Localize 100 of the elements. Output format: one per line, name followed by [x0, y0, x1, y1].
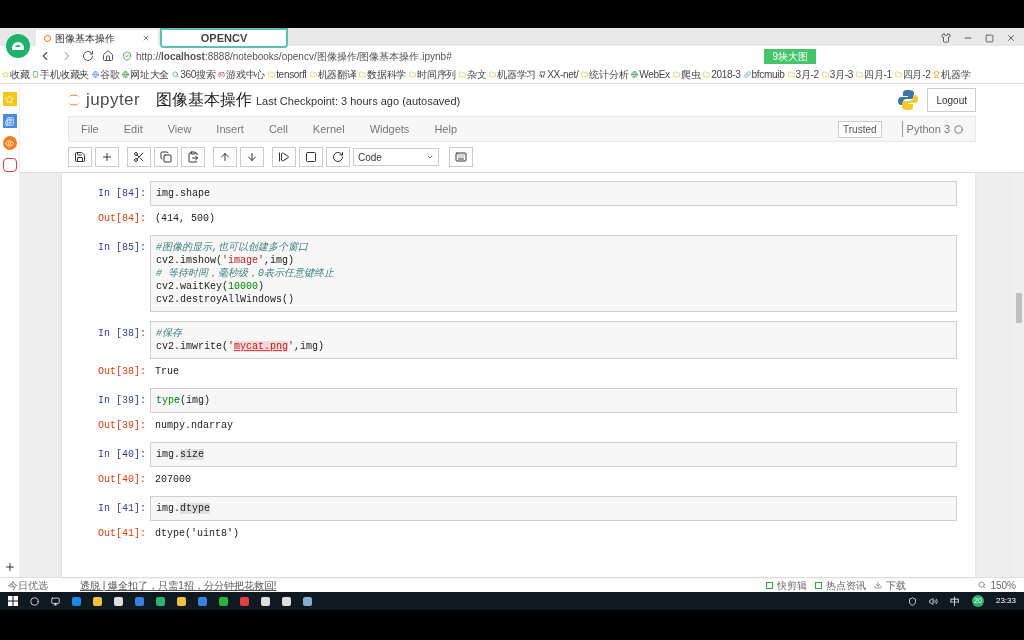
save-icon[interactable]: [68, 147, 92, 167]
bookmark-item[interactable]: bfcmuib: [751, 67, 785, 82]
bookmark-item[interactable]: 时间序列: [417, 67, 456, 82]
menu-item[interactable]: Insert: [216, 120, 244, 138]
bookmark-item[interactable]: 手机收藏夹: [40, 67, 89, 82]
output-prompt: Out[40]:: [97, 473, 147, 487]
close-icon: [142, 34, 150, 42]
menu-item[interactable]: Edit: [123, 120, 143, 138]
bookmark-item[interactable]: 统计分析: [589, 67, 629, 82]
secure-shield-icon: [122, 51, 132, 61]
logout-button[interactable]: Logout: [927, 88, 976, 112]
globe-icon[interactable]: [91, 71, 99, 78]
bookmark-item[interactable]: 数据科学: [367, 67, 407, 82]
gamepad-icon[interactable]: [218, 71, 226, 78]
code-line: cv2.destroyAllWindows(): [156, 293, 296, 306]
kernel-idle-icon: [954, 124, 963, 134]
menu-item[interactable]: File: [81, 120, 99, 138]
output-text: numpy.ndarray: [154, 419, 233, 433]
code-line: cv2.imshow('image',img): [156, 254, 296, 267]
taskbar-app-icon[interactable]: [114, 596, 123, 606]
bookmark-item[interactable]: 机器学: [941, 67, 971, 82]
input-prompt: In [41]:: [97, 502, 147, 516]
bookmark-item[interactable]: 谷歌: [99, 67, 120, 82]
news-link[interactable]: 透脱 | 爆全扣了，只需1招，分分钟把花救回!: [80, 577, 277, 593]
trusted-badge[interactable]: Trusted: [838, 120, 882, 138]
insert-cell-icon[interactable]: [95, 147, 119, 167]
input-prompt: In [38]:: [97, 327, 147, 341]
code-line: type(img): [156, 394, 212, 407]
jupyter-logo[interactable]: jupyter: [66, 87, 140, 113]
code-cell[interactable]: img.shape: [150, 181, 957, 206]
bookmark-item[interactable]: 杂文: [467, 67, 487, 82]
link-icon[interactable]: [743, 71, 751, 78]
bookmark-item[interactable]: 四月-2: [902, 67, 931, 82]
taskbar-app-icon[interactable]: [282, 596, 291, 606]
stop-icon[interactable]: [299, 147, 323, 167]
trophy-icon[interactable]: [933, 71, 941, 78]
download-icon: [874, 581, 883, 589]
input-prompt: In [85]:: [97, 241, 147, 255]
menu-item[interactable]: View: [167, 120, 192, 138]
url-text: http://localhost:8888/notebooks/opencv/图像操作/图像基本操作.ipynb#: [136, 49, 452, 64]
taskbar-app-icon[interactable]: [93, 596, 102, 606]
menu-item[interactable]: Widgets: [369, 120, 410, 138]
taskbar-app-icon[interactable]: [177, 596, 186, 606]
search-icon[interactable]: [172, 71, 180, 78]
bookmark-item[interactable]: tensorfl: [276, 67, 307, 82]
output-text: dtype('uint8'): [154, 527, 239, 541]
globe-icon[interactable]: [631, 71, 639, 78]
taskbar-app-icon[interactable]: [303, 596, 312, 606]
browser-tab[interactable]: 图像基本操作: [36, 30, 158, 46]
keyboard-icon[interactable]: [449, 147, 473, 167]
bookmark-item[interactable]: 四月-1: [864, 67, 892, 82]
bookmark-item[interactable]: 游戏中心: [226, 67, 266, 82]
code-line: # 等待时间，毫秒级，0表示任意键终止: [156, 267, 335, 280]
bookmark-item[interactable]: 360搜索: [180, 67, 216, 82]
status-item[interactable]: 快剪辑: [766, 577, 808, 593]
kernel-name[interactable]: Python 3: [901, 120, 950, 138]
taskbar-app-icon[interactable]: [261, 596, 270, 606]
run-icon[interactable]: [272, 147, 296, 167]
bookmark-item[interactable]: 3月-2: [795, 67, 819, 82]
code-cell[interactable]: type(img): [150, 388, 957, 413]
bookmark-item[interactable]: 机器翻译: [317, 67, 357, 82]
notebook-title[interactable]: 图像基本操作: [156, 88, 252, 112]
code-cell[interactable]: img.dtype: [150, 496, 957, 521]
move-down-icon[interactable]: [240, 147, 264, 167]
bookmark-item[interactable]: 机器学习: [497, 67, 537, 82]
paste-icon[interactable]: [181, 147, 205, 167]
clock-text: 23:33: [995, 595, 1016, 607]
bookmark-item[interactable]: WebEx: [639, 67, 670, 82]
taskbar-app-icon[interactable]: [156, 596, 165, 606]
zoom-level[interactable]: 150%: [978, 577, 1016, 593]
bookmark-item[interactable]: 网址大全: [130, 67, 170, 82]
bookmark-item[interactable]: 3月-3: [829, 67, 854, 82]
status-item[interactable]: 热点资讯: [815, 577, 867, 593]
bookmark-item[interactable]: 爬虫: [680, 67, 701, 82]
bookmark-item[interactable]: XX-net/: [547, 67, 579, 82]
phone-icon[interactable]: [32, 71, 40, 78]
menu-item[interactable]: Cell: [268, 120, 288, 138]
cell-type-select[interactable]: Code: [353, 148, 439, 166]
restart-icon[interactable]: [326, 147, 350, 167]
address-field[interactable]: http://localhost:8888/notebooks/opencv/图像操作/图像基本操作.ipynb#: [122, 48, 757, 64]
code-cell[interactable]: #保存 cv2.imwrite('mycat.png',img): [150, 321, 957, 359]
star-icon[interactable]: [2, 71, 9, 78]
today-picks[interactable]: 今日优选: [8, 577, 48, 593]
security-icon: [907, 596, 917, 606]
menu-item[interactable]: Help: [434, 120, 457, 138]
move-up-icon[interactable]: [213, 147, 237, 167]
scrollbar-thumb[interactable]: [1016, 293, 1022, 323]
taskbar-app-icon[interactable]: [219, 596, 228, 606]
cut-icon[interactable]: [127, 147, 151, 167]
bookmark-item[interactable]: 2018-3: [711, 67, 741, 82]
browser-logo-icon: [6, 34, 30, 58]
globe-icon[interactable]: [122, 71, 130, 78]
bookmark-item[interactable]: 收藏: [10, 67, 30, 82]
menu-item[interactable]: Kernel: [312, 120, 345, 138]
ime-indicator[interactable]: 中: [949, 593, 960, 609]
code-cell[interactable]: img.size: [150, 442, 957, 467]
github-icon[interactable]: [539, 71, 547, 78]
code-cell[interactable]: #图像的显示,也可以创建多个窗口 cv2.imshow('image',img) # 等待时间，毫秒级，0表示任意键终止 cv2.waitKey(10000) cv2.destroyAllWindows(): [150, 235, 957, 312]
status-item[interactable]: 下载: [874, 577, 907, 593]
app-icon: [2, 158, 17, 172]
